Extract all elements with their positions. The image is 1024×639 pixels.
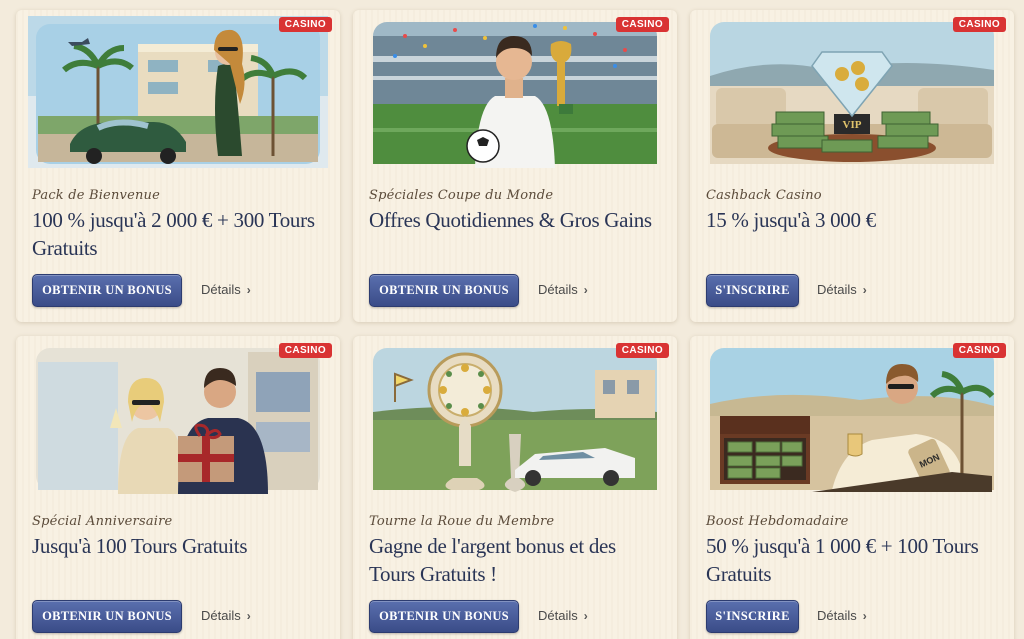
promo-card-world-cup: CASINO Spéciales Coupe du Monde Offres Q…	[353, 10, 677, 322]
details-link[interactable]: Détails ›	[201, 608, 251, 623]
casino-badge: CASINO	[615, 343, 669, 358]
chevron-right-icon: ›	[583, 608, 588, 623]
details-label: Détails	[817, 282, 857, 297]
vip-sign: VIP	[843, 119, 862, 131]
details-label: Détails	[201, 608, 241, 623]
promo-subtitle: Tourne la Roue du Membre	[369, 514, 555, 529]
sign-up-button[interactable]: S'INSCRIRE	[706, 274, 799, 307]
promo-subtitle: Cashback Casino	[706, 188, 822, 203]
promo-title: 100 % jusqu'à 2 000 € + 300 Tours Gratui…	[32, 208, 315, 260]
chevron-right-icon: ›	[862, 608, 867, 623]
promo-image-world-cup	[365, 16, 665, 168]
details-label: Détails	[538, 608, 578, 623]
promo-card-cashback: CASINO VIP Cashback Casino 15 % jusqu'à …	[690, 10, 1014, 322]
promo-image-anniversary	[28, 342, 328, 494]
promo-subtitle: Pack de Bienvenue	[32, 188, 161, 203]
promo-card-member-wheel: CASINO Tourne la Roue du Membre Gagne de…	[353, 336, 677, 639]
promo-subtitle: Spéciales Coupe du Monde	[369, 188, 554, 203]
chevron-right-icon: ›	[583, 282, 588, 297]
details-link[interactable]: Détails ›	[538, 282, 588, 297]
promo-subtitle: Boost Hebdomadaire	[706, 514, 849, 529]
casino-badge: CASINO	[952, 17, 1006, 32]
details-link[interactable]: Détails ›	[817, 608, 867, 623]
details-link[interactable]: Détails ›	[201, 282, 251, 297]
details-label: Détails	[201, 282, 241, 297]
promo-image-member-wheel	[365, 342, 665, 494]
casino-badge: CASINO	[952, 343, 1006, 358]
promo-subtitle: Spécial Anniversaire	[32, 514, 173, 529]
promo-card-anniversary: CASINO Spécial Anniversaire Jusqu'à 100 …	[16, 336, 340, 639]
promo-title: 15 % jusqu'à 3 000 €	[706, 208, 876, 232]
chevron-right-icon: ›	[246, 608, 251, 623]
promo-card-weekly-boost: CASINO MON Boost Hebdomadaire 50 % jusqu…	[690, 336, 1014, 639]
details-label: Détails	[538, 282, 578, 297]
get-bonus-button[interactable]: OBTENIR UN BONUS	[369, 274, 519, 307]
promo-title: 50 % jusqu'à 1 000 € + 100 Tours Gratuit…	[706, 534, 979, 586]
details-link[interactable]: Détails ›	[538, 608, 588, 623]
chevron-right-icon: ›	[862, 282, 867, 297]
promo-image-weekly-boost: MON	[702, 342, 1002, 494]
get-bonus-button[interactable]: OBTENIR UN BONUS	[32, 600, 182, 633]
get-bonus-button[interactable]: OBTENIR UN BONUS	[369, 600, 519, 633]
sign-up-button[interactable]: S'INSCRIRE	[706, 600, 799, 633]
promo-title: Offres Quotidiennes & Gros Gains	[369, 208, 652, 232]
get-bonus-button[interactable]: OBTENIR UN BONUS	[32, 274, 182, 307]
casino-badge: CASINO	[615, 17, 669, 32]
details-label: Détails	[817, 608, 857, 623]
promo-image-welcome	[28, 16, 328, 168]
promo-title: Gagne de l'argent bonus et des Tours Gra…	[369, 534, 616, 586]
details-link[interactable]: Détails ›	[817, 282, 867, 297]
promo-image-cashback: VIP	[702, 16, 1002, 168]
promo-card-welcome: CASINO Pack de Bienvenue 100 % jusqu'à 2…	[16, 10, 340, 322]
promotions-grid: CASINO Pack de Bienvenue 100 % jusqu'à 2…	[16, 10, 1014, 639]
chevron-right-icon: ›	[246, 282, 251, 297]
casino-badge: CASINO	[278, 17, 332, 32]
casino-badge: CASINO	[278, 343, 332, 358]
promo-title: Jusqu'à 100 Tours Gratuits	[32, 534, 248, 558]
